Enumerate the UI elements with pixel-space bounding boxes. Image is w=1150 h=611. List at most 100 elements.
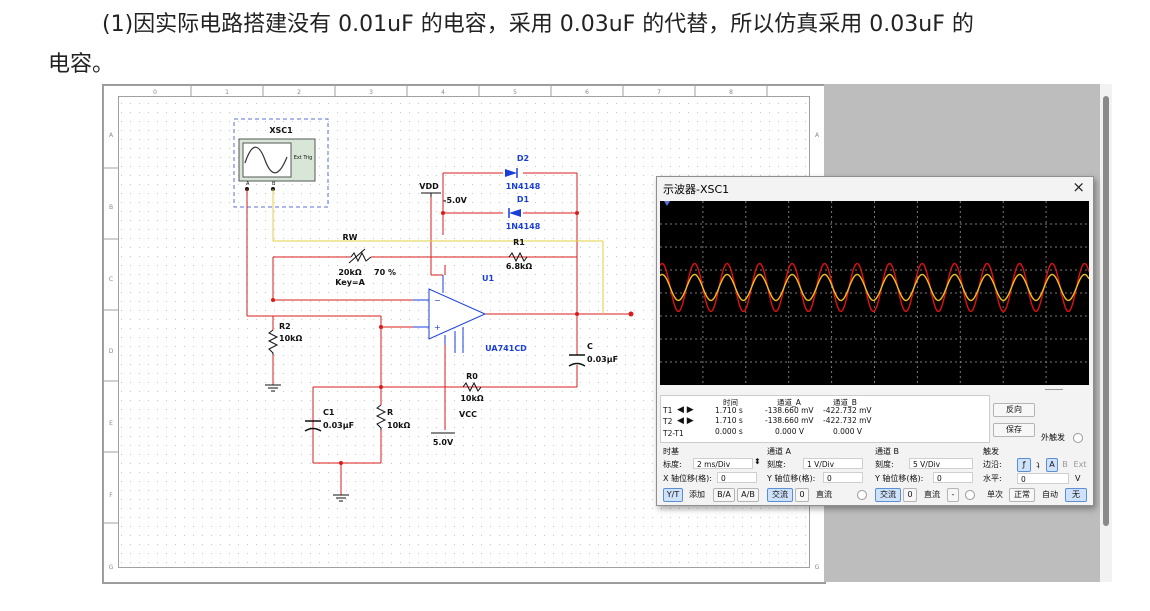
trigger-source-b[interactable]: B (1059, 458, 1071, 472)
timebase-scale-label: 标度: (663, 460, 682, 469)
row-label: A (815, 132, 820, 139)
c-label: C (587, 342, 593, 351)
doc-line-2: 电容。 (48, 52, 115, 77)
cursor-t1-marker[interactable] (664, 201, 670, 206)
normal-button[interactable]: 正常 (1009, 488, 1035, 502)
ext-trig-label: Ext Trig (294, 155, 313, 161)
close-icon[interactable]: × (1072, 178, 1085, 196)
vertical-scrollbar[interactable] (1100, 84, 1112, 582)
ba-button[interactable]: B/A (713, 488, 735, 502)
scope-screen[interactable] (659, 201, 1090, 385)
row-label: E (109, 420, 113, 427)
channel-b-ypos-input[interactable]: 0 (933, 472, 973, 483)
ext-trigger-radio[interactable] (1073, 433, 1083, 443)
channel-a-zero-button[interactable]: 0 (795, 488, 809, 502)
timebase-scale-input[interactable]: 2 ms/Div (693, 458, 753, 469)
col-label: 4 (441, 89, 445, 96)
t2-time: 1.710 s (715, 416, 743, 425)
row-label: G (815, 564, 820, 571)
col-label: 7 (657, 89, 661, 96)
rw-key: Key=A (335, 278, 365, 287)
d2-label: D2 (517, 154, 529, 163)
channel-b-ac-button[interactable]: 交流 (875, 488, 901, 502)
vdd-label: VDD (419, 182, 439, 191)
auto-button[interactable]: 自动 (1037, 488, 1063, 502)
delta-time: 0.000 s (715, 427, 743, 436)
t2-b: -422.732 mV (823, 416, 872, 425)
single-button[interactable]: 单次 (983, 488, 1007, 502)
u1-part: UA741CD (485, 344, 527, 353)
none-button[interactable]: 无 (1065, 488, 1087, 502)
t1-a: -138.660 mV (765, 406, 814, 415)
ab-button[interactable]: A/B (737, 488, 759, 502)
scrollbar-thumb[interactable] (1103, 96, 1109, 526)
cursor-readout-panel: 时间 通道_A 通道_B T1 ◀ ▶ T2 ◀ ▶ T2-T1 1.710 s… (660, 395, 990, 443)
col-label: 8 (729, 89, 733, 96)
col-label: 0 (153, 89, 157, 96)
r1-value: 6.8kΩ (506, 262, 532, 271)
trigger-title: 触发 (983, 447, 999, 456)
trigger-edge-label: 边沿: (983, 460, 1002, 469)
trigger-source-ext[interactable]: Ext (1072, 458, 1088, 472)
channel-b-radio[interactable] (965, 490, 975, 500)
xsc-a-label: A (246, 181, 250, 187)
channel-a-dc-button[interactable]: 直流 (811, 488, 837, 502)
save-button[interactable]: 保存 (993, 423, 1035, 437)
channel-a-ac-button[interactable]: 交流 (767, 488, 793, 502)
channel-b-scale-label: 刻度: (875, 460, 894, 469)
row-label: B (109, 204, 113, 211)
r2-value: 10kΩ (279, 334, 302, 343)
d1-label: D1 (517, 195, 530, 204)
timebase-title: 时基 (663, 447, 679, 456)
row-label: G (109, 564, 114, 571)
r-label: R (387, 408, 393, 417)
t1-label: T1 (663, 406, 673, 415)
row-label: C (109, 276, 113, 283)
col-label: 1 (225, 89, 229, 96)
rw-percent: 70 % (374, 268, 396, 277)
trigger-source-a[interactable]: A (1046, 458, 1058, 472)
t1-arrows-icon[interactable]: ◀ ▶ (677, 405, 694, 415)
rw-label: RW (343, 233, 358, 242)
channel-b-invert-button[interactable]: - (947, 488, 959, 502)
r2-label: R2 (279, 322, 291, 331)
channel-a-ypos-label: Y 轴位移(格): (767, 474, 816, 483)
col-label: 3 (369, 89, 373, 96)
reverse-button[interactable]: 反向 (993, 403, 1035, 417)
d2-part: 1N4148 (506, 182, 541, 191)
channel-a-scale-label: 刻度: (767, 460, 786, 469)
x-position-input[interactable]: 0 (717, 472, 757, 483)
d1-part: 1N4148 (506, 222, 541, 231)
row-label: F (109, 492, 113, 499)
channel-a-scale-input[interactable]: 1 V/Div (803, 458, 863, 469)
channel-a-title: 通道 A (767, 447, 792, 456)
t2-label: T2 (663, 417, 673, 426)
xsc1-label: XSC1 (269, 126, 293, 135)
t2t1-label: T2-T1 (663, 429, 684, 438)
r-value: 10kΩ (387, 421, 410, 430)
channel-b-zero-button[interactable]: 0 (903, 488, 917, 502)
svg-text:−: − (434, 296, 441, 305)
trigger-level-label: 水平: (983, 474, 1002, 483)
channel-a-ypos-input[interactable]: 0 (823, 472, 863, 483)
channel-a-radio[interactable] (857, 490, 867, 500)
col-label: 5 (513, 89, 517, 96)
ext-trigger-label: 外触发 (1041, 433, 1065, 442)
channel-b-scale-input[interactable]: 5 V/Div (909, 458, 973, 469)
falling-edge-icon[interactable]: ʇ (1031, 458, 1045, 472)
r1-label: R1 (513, 238, 525, 247)
spinner-icon[interactable]: ⬍ (754, 457, 761, 466)
channel-b-title: 通道 B (875, 447, 900, 456)
t2-arrows-icon[interactable]: ◀ ▶ (677, 416, 694, 426)
channel-b-dc-button[interactable]: 直流 (919, 488, 945, 502)
vcc-label: VCC (459, 410, 477, 419)
rising-edge-icon[interactable]: ƒ (1017, 458, 1031, 472)
yt-button[interactable]: Y/T (663, 488, 683, 502)
trigger-level-input[interactable]: 0 (1017, 473, 1069, 484)
t1-time: 1.710 s (715, 406, 743, 415)
xsc-b-label: B (272, 181, 276, 187)
delta-b: 0.000 V (833, 427, 862, 436)
splitter[interactable] (1045, 389, 1063, 390)
add-button[interactable]: 添加 (685, 488, 709, 502)
oscilloscope-window[interactable]: 示波器-XSC1 × 时间 通道_A 通道_B T1 ◀ ▶ T2 ◀ ▶ T2… (656, 176, 1094, 506)
